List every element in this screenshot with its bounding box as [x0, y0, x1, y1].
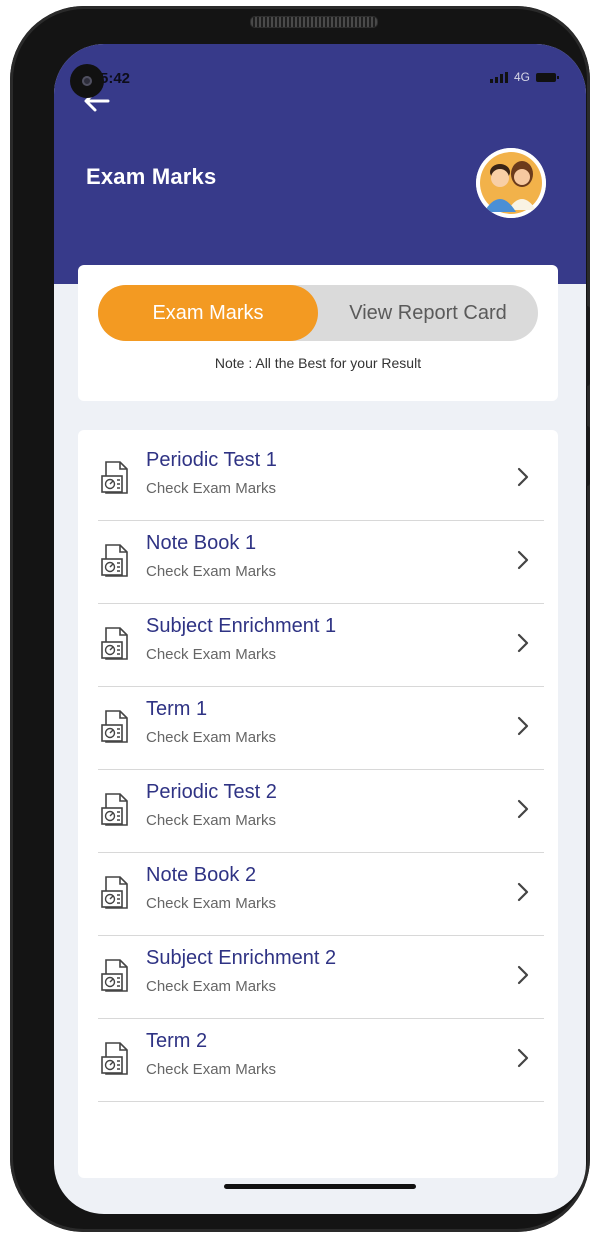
exam-title: Note Book 2 — [146, 864, 257, 886]
tab-card: Exam Marks View Report Card Note : All t… — [78, 265, 558, 401]
exam-document-icon — [101, 461, 128, 494]
chevron-right-icon — [517, 550, 529, 570]
exam-title: Term 1 — [146, 698, 208, 720]
front-camera — [70, 64, 104, 98]
chevron-right-icon — [517, 799, 529, 819]
exam-document-icon — [101, 1042, 128, 1075]
chevron-right-icon — [517, 1048, 529, 1068]
home-indicator[interactable] — [224, 1184, 416, 1189]
exam-list: Periodic Test 1 Check Exam Marks Note Bo… — [78, 430, 558, 1178]
list-item[interactable]: Subject Enrichment 2 Check Exam Marks — [98, 936, 544, 1019]
chevron-right-icon — [517, 633, 529, 653]
list-item[interactable]: Term 1 Check Exam Marks — [98, 687, 544, 770]
exam-subtitle: Check Exam Marks — [146, 480, 277, 497]
exam-subtitle: Check Exam Marks — [146, 1061, 277, 1078]
parents-avatar[interactable] — [476, 148, 546, 218]
chevron-right-icon — [517, 882, 529, 902]
page-title: Exam Marks — [86, 164, 217, 189]
exam-document-icon — [101, 959, 128, 992]
exam-title: Periodic Test 1 — [146, 449, 277, 471]
exam-document-icon — [101, 710, 128, 743]
exam-title: Term 2 — [146, 1030, 208, 1052]
exam-document-icon — [101, 627, 128, 660]
list-item[interactable]: Periodic Test 1 Check Exam Marks — [98, 438, 544, 521]
phone-frame: 5:42 4G Exam Marks Exam Marks View Repor… — [10, 6, 590, 1232]
exam-document-icon — [101, 876, 128, 909]
list-item[interactable]: Note Book 2 Check Exam Marks — [98, 853, 544, 936]
tab-view-report-card[interactable]: View Report Card — [318, 285, 538, 341]
exam-title: Subject Enrichment 2 — [146, 947, 337, 969]
exam-subtitle: Check Exam Marks — [146, 646, 277, 663]
signal-icon — [489, 71, 508, 83]
list-item[interactable]: Note Book 1 Check Exam Marks — [98, 521, 544, 604]
exam-subtitle: Check Exam Marks — [146, 978, 277, 995]
status-time: 5:42 — [100, 70, 131, 87]
chevron-right-icon — [517, 716, 529, 736]
earpiece-speaker — [250, 16, 378, 28]
note-text: Note : All the Best for your Result — [214, 355, 422, 371]
exam-title: Note Book 1 — [146, 532, 257, 554]
exam-document-icon — [101, 544, 128, 577]
exam-subtitle: Check Exam Marks — [146, 729, 277, 746]
status-icons: 4G — [489, 70, 559, 84]
segmented-control: Exam Marks View Report Card — [98, 285, 538, 341]
network-type: 4G — [513, 70, 530, 84]
list-item[interactable]: Term 2 Check Exam Marks — [98, 1019, 544, 1102]
app-screen: 5:42 4G Exam Marks Exam Marks View Repor… — [54, 44, 586, 1214]
list-item[interactable]: Subject Enrichment 1 Check Exam Marks — [98, 604, 544, 687]
list-item[interactable]: Periodic Test 2 Check Exam Marks — [98, 770, 544, 853]
exam-subtitle: Check Exam Marks — [146, 895, 277, 912]
battery-icon — [536, 72, 559, 82]
tab-exam-marks[interactable]: Exam Marks — [98, 285, 318, 341]
chevron-right-icon — [517, 965, 529, 985]
exam-document-icon — [101, 793, 128, 826]
exam-title: Periodic Test 2 — [146, 781, 277, 803]
chevron-right-icon — [517, 467, 529, 487]
exam-title: Subject Enrichment 1 — [146, 615, 337, 637]
exam-subtitle: Check Exam Marks — [146, 563, 277, 580]
exam-subtitle: Check Exam Marks — [146, 812, 277, 829]
